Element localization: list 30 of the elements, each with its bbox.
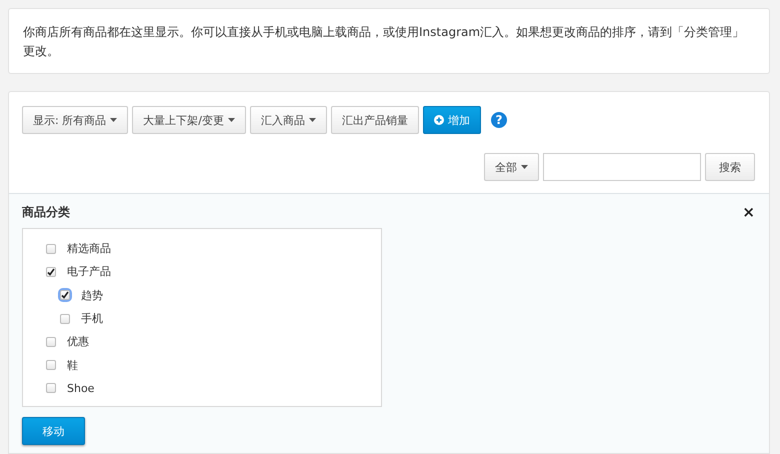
close-icon[interactable]: × [742,203,755,221]
checkbox[interactable] [60,290,70,300]
caret-icon [521,165,528,169]
checkbox[interactable] [46,336,56,347]
help-icon[interactable]: ? [490,112,507,128]
dropdown-button[interactable]: 显示: 所有商品 [22,106,128,134]
dropdown-button[interactable]: 大量上下架/变更 [132,106,246,134]
dropdown-button[interactable]: 汇入商品 [250,106,327,134]
export-button[interactable]: 汇出产品销量 [330,106,419,134]
checkbox[interactable] [46,360,56,370]
checkbox[interactable] [46,383,56,394]
checkbox[interactable] [60,314,70,324]
caret-icon [110,118,118,122]
search-button[interactable]: 搜索 [705,153,755,181]
category-label: 电子产品 [67,264,111,280]
category-label: 优惠 [67,334,89,350]
section-title: 商品分类 [22,204,70,220]
checkbox[interactable] [46,266,56,277]
plus-circle-icon [434,115,444,125]
search-field[interactable] [543,153,701,181]
category-label: 手机 [81,311,103,326]
category-label: 精选商品 [67,241,111,256]
info-notice: 你商店所有商品都在这里显示。你可以直接从手机或电脑上载商品，或使用Instagram汇入。如果想更改商品的排序，请到「分类管理」更改。 [8,8,770,74]
scope-dropdown[interactable]: 全部 [484,153,539,181]
checkbox[interactable] [46,244,56,254]
category-label: 趋势 [81,288,103,303]
category-label: 鞋 [67,358,78,373]
caret-icon [228,118,235,122]
caret-icon [308,118,316,122]
category-label: Shoe [67,382,94,395]
